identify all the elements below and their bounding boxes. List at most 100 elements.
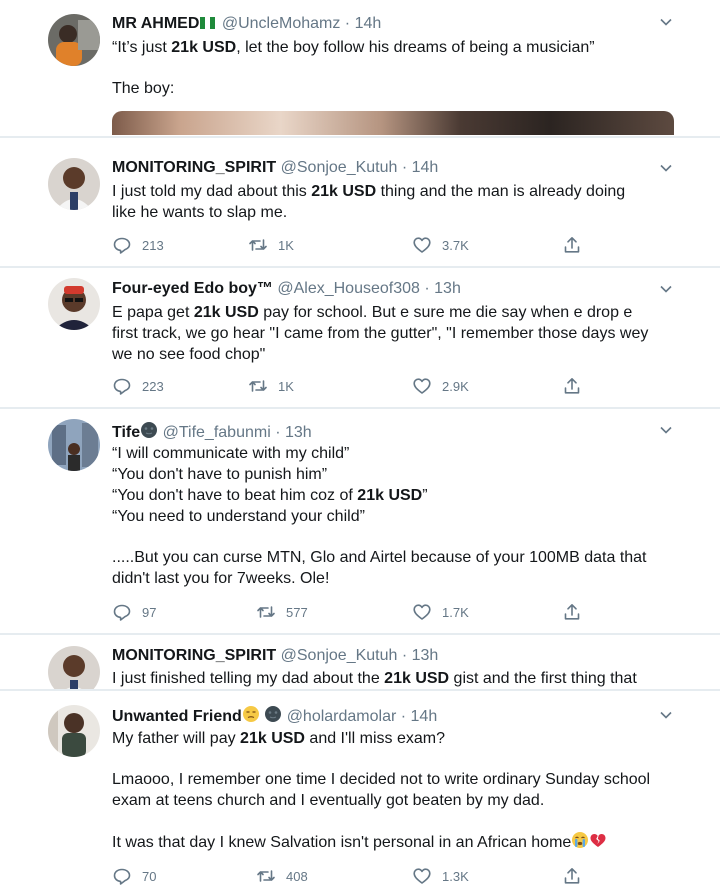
retweet-button[interactable]: 1K — [248, 375, 294, 397]
reply-icon — [113, 378, 131, 395]
text-line: The boy: — [112, 80, 175, 97]
tweet-text: “I will communicate with my child” “You … — [112, 443, 682, 589]
timestamp[interactable]: 13h — [412, 647, 439, 664]
crying-face-icon — [571, 831, 589, 855]
timestamp[interactable]: 13h — [285, 424, 312, 441]
reply-button[interactable]: 97 — [112, 601, 156, 623]
like-count: 2.9K — [442, 378, 469, 394]
chevron-down-icon[interactable] — [658, 281, 674, 297]
tweet-card[interactable]: MONITORING_SPIRIT @Sonjoe_Kutuh · 14h I … — [0, 138, 720, 266]
dot-separator: · — [397, 647, 412, 664]
timestamp[interactable]: 14h — [411, 708, 438, 725]
chevron-down-icon[interactable] — [658, 707, 674, 723]
media-image[interactable] — [112, 111, 674, 135]
retweet-count: 408 — [286, 868, 308, 884]
text-line: .....But you can curse MTN, Glo and Airt… — [112, 549, 647, 566]
retweet-icon — [249, 380, 267, 392]
retweet-button[interactable]: 1K — [248, 234, 294, 256]
share-icon — [564, 378, 580, 394]
chevron-down-icon[interactable] — [658, 422, 674, 438]
share-button[interactable] — [562, 375, 592, 397]
retweet-count: 1K — [278, 237, 294, 253]
handle[interactable]: @Sonjoe_Kutuh — [281, 647, 398, 664]
tweet-card[interactable]: MR AHMED @UncleMohamz · 14h “It’s just 2… — [0, 0, 720, 136]
heart-icon — [413, 378, 431, 394]
like-button[interactable]: 2.9K — [412, 375, 469, 397]
like-button[interactable]: 1.7K — [412, 601, 469, 623]
tweet-text: I just told my dad about this 21k USD th… — [112, 181, 682, 223]
avatar[interactable] — [48, 705, 100, 757]
text-line: “It’s just 21k USD, let the boy follow h… — [112, 39, 595, 56]
tweet-card[interactable]: Four-eyed Edo boy™ @Alex_Houseof308 · 13… — [0, 268, 720, 407]
text-line: I just finished telling my dad about the… — [112, 670, 637, 687]
display-name[interactable]: MONITORING_SPIRIT — [112, 159, 276, 176]
timestamp[interactable]: 14h — [412, 159, 439, 176]
handle[interactable]: @Sonjoe_Kutuh — [281, 159, 398, 176]
display-name[interactable]: Four-eyed Edo boy™ — [112, 280, 273, 297]
tweet-card[interactable]: Tife @Tife_fabunmi · 13h “I will communi… — [0, 409, 720, 633]
timestamp[interactable]: 14h — [355, 15, 382, 32]
avatar[interactable] — [48, 278, 100, 330]
heart-icon — [413, 604, 431, 620]
handle[interactable]: @UncleMohamz — [222, 15, 341, 32]
unamused-face-icon — [242, 705, 260, 729]
share-icon — [564, 604, 580, 620]
reply-icon — [113, 868, 131, 885]
text-line: “You don't have to beat him coz of 21k U… — [112, 487, 428, 504]
tweet-actions: 70 408 1.3K — [112, 865, 592, 887]
reply-count: 213 — [142, 237, 164, 253]
share-button[interactable] — [562, 865, 592, 887]
timestamp[interactable]: 13h — [434, 280, 461, 297]
tweet-text: I just finished telling my dad about the… — [112, 668, 682, 689]
text-line: My father will pay 21k USD and I'll miss… — [112, 730, 445, 747]
dot-separator: · — [419, 280, 435, 297]
retweet-icon — [257, 606, 275, 618]
display-name[interactable]: MONITORING_SPIRIT — [112, 647, 276, 664]
tweet-card[interactable]: MONITORING_SPIRIT @Sonjoe_Kutuh · 13h I … — [0, 635, 720, 689]
text-line: first track, we go hear "I came from the… — [112, 325, 649, 342]
reply-button[interactable]: 213 — [112, 234, 164, 256]
nigeria-flag-icon — [199, 16, 217, 36]
heart-icon — [413, 237, 431, 253]
chevron-down-icon[interactable] — [658, 160, 674, 176]
avatar[interactable] — [48, 419, 100, 471]
tweet-actions: 223 1K 2.9K — [112, 375, 592, 397]
text-line: Lmaooo, I remember one time I decided no… — [112, 771, 651, 788]
reply-button[interactable]: 223 — [112, 375, 164, 397]
like-button[interactable]: 3.7K — [412, 234, 469, 256]
like-count: 3.7K — [442, 237, 469, 253]
retweet-button[interactable]: 408 — [256, 865, 308, 887]
reply-button[interactable]: 70 — [112, 865, 156, 887]
like-count: 1.7K — [442, 604, 469, 620]
display-name[interactable]: MR AHMED — [112, 15, 199, 32]
display-name[interactable]: Unwanted Friend — [112, 708, 242, 725]
tweet-text: E papa get 21k USD pay for school. But e… — [112, 302, 682, 365]
retweet-button[interactable]: 577 — [256, 601, 308, 623]
avatar[interactable] — [48, 158, 100, 210]
text-line: didn't last you for 7weeks. Ole! — [112, 570, 330, 587]
avatar[interactable] — [48, 646, 100, 689]
reply-icon — [113, 237, 131, 254]
display-name[interactable]: Tife — [112, 424, 140, 441]
text-line: It was that day I knew Salvation isn't p… — [112, 831, 682, 855]
chevron-down-icon[interactable] — [658, 14, 674, 30]
share-icon — [564, 237, 580, 253]
new-moon-face-icon — [264, 705, 282, 729]
tweet-text: “It’s just 21k USD, let the boy follow h… — [112, 37, 682, 99]
handle[interactable]: @Tife_fabunmi — [163, 424, 271, 441]
handle[interactable]: @holardamolar — [287, 708, 397, 725]
share-button[interactable] — [562, 601, 592, 623]
dot-separator: · — [340, 15, 355, 32]
tweet-actions: 97 577 1.7K — [112, 601, 592, 623]
text-line: “You need to understand your child” — [112, 508, 365, 525]
like-count: 1.3K — [442, 868, 469, 884]
tweet-card[interactable]: Unwanted Friend @holardamolar · 14h My f… — [0, 691, 720, 890]
retweet-count: 1K — [278, 378, 294, 394]
dot-separator: · — [270, 424, 285, 441]
avatar[interactable] — [48, 14, 100, 66]
like-button[interactable]: 1.3K — [412, 865, 469, 887]
share-button[interactable] — [562, 234, 592, 256]
tweet-actions: 213 1K 3.7K — [112, 234, 592, 256]
retweet-icon — [249, 239, 267, 251]
handle[interactable]: @Alex_Houseof308 — [277, 280, 420, 297]
